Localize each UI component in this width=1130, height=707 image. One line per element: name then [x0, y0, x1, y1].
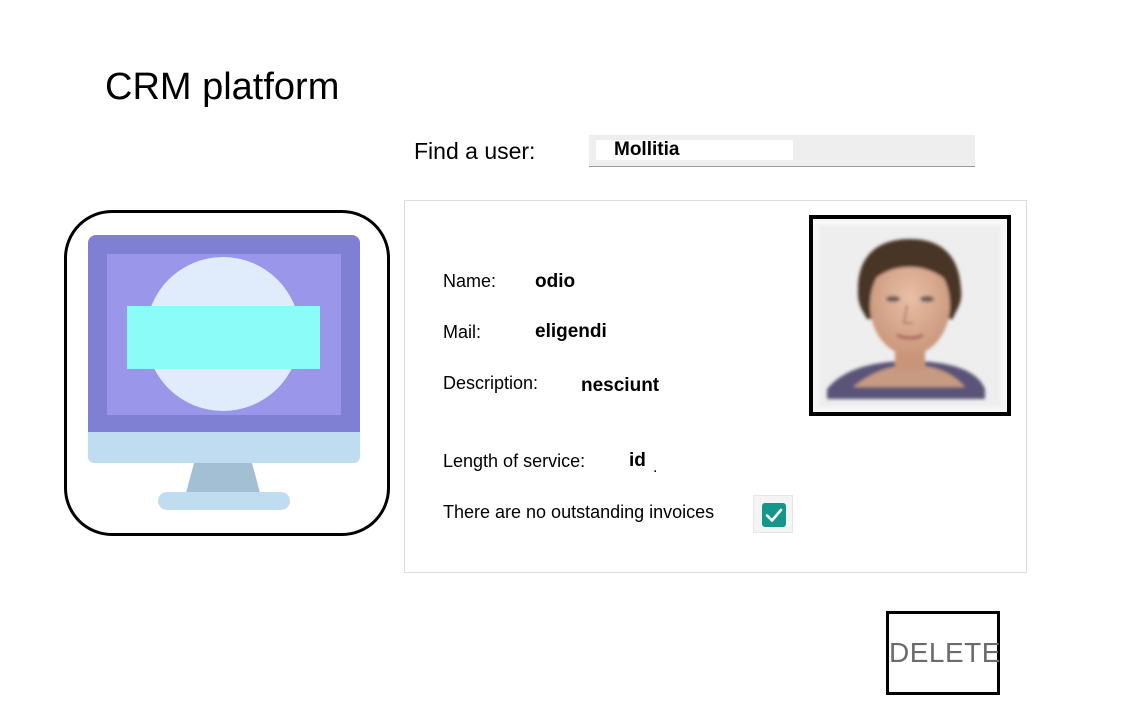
- name-label: Name:: [443, 271, 497, 291]
- user-card: Name: odio Mail: eligendi Description: n…: [404, 200, 1027, 573]
- service-label: Length of service:: [443, 451, 586, 471]
- computer-monitor-icon: [88, 235, 360, 510]
- name-value: odio: [535, 271, 576, 292]
- mail-value: eligendi: [535, 321, 607, 342]
- search-label: Find a user:: [414, 138, 536, 164]
- invoices-label: There are no outstanding invoices: [443, 502, 715, 522]
- delete-button[interactable]: DELETE: [886, 611, 1000, 695]
- description-label: Description:: [443, 373, 539, 393]
- service-suffix: .: [653, 459, 658, 476]
- user-photo: [809, 215, 1011, 416]
- description-value: nesciunt: [581, 375, 660, 396]
- invoices-checkbox[interactable]: [762, 503, 786, 527]
- checkmark-icon: [765, 508, 783, 522]
- search-input[interactable]: Mollitia: [589, 135, 975, 167]
- user-photo-image: [813, 219, 1007, 412]
- app-title: CRM platform: [105, 66, 340, 108]
- invoices-checkbox-wrap[interactable]: [753, 495, 793, 533]
- service-value: id: [629, 450, 646, 471]
- mail-label: Mail:: [443, 322, 482, 342]
- search-value: Mollitia: [596, 140, 793, 160]
- app-logo: [64, 210, 390, 536]
